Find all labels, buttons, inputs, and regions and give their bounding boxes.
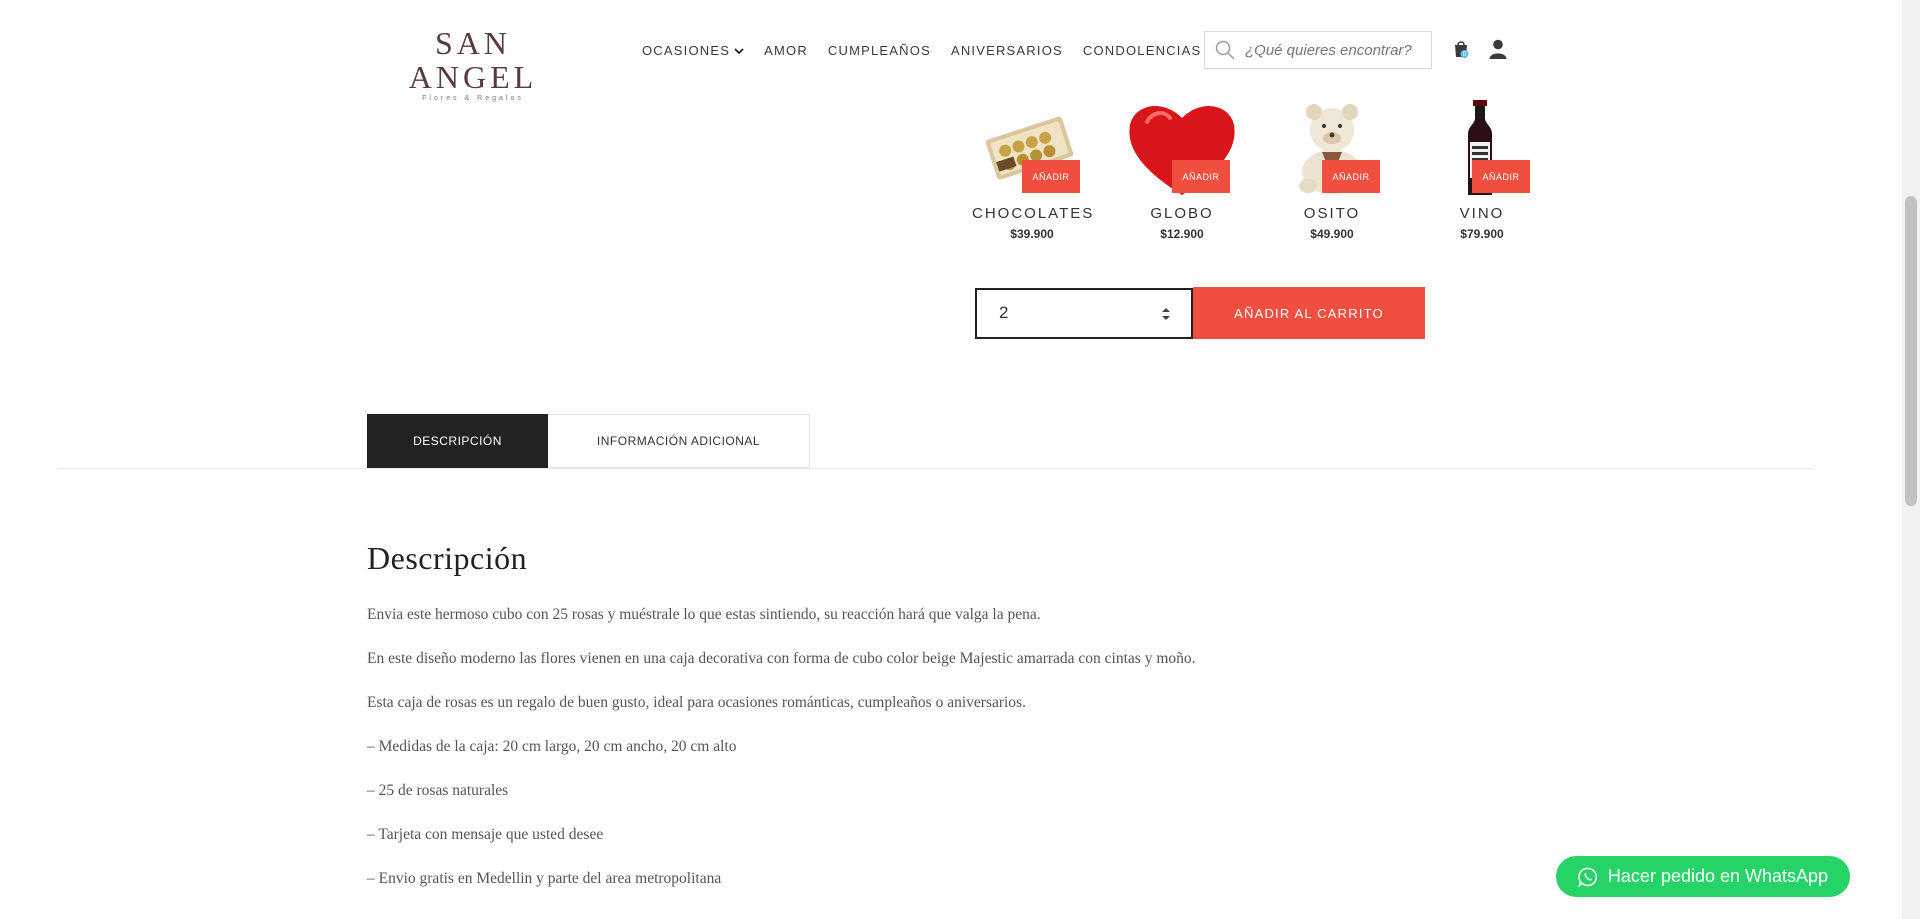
user-icon[interactable] xyxy=(1488,38,1508,60)
cart-icon[interactable]: 0 xyxy=(1451,38,1471,60)
whatsapp-icon xyxy=(1577,867,1597,887)
description-list-item: – Envio gratis en Medellin y parte del a… xyxy=(367,870,722,887)
site-header: SAN ANGEL Flores & Regalos OCASIONES AMO… xyxy=(0,0,1900,102)
product-tabs: DESCRIPCIÓN INFORMACIÓN ADICIONAL xyxy=(367,414,810,469)
addon-name: OSITO xyxy=(1303,205,1361,222)
addon-vino-add-button[interactable]: AÑADIR xyxy=(1472,160,1530,193)
description-title: Descripción xyxy=(367,540,528,576)
addon-globo-add-button[interactable]: AÑADIR xyxy=(1172,160,1230,193)
nav-item-ocasiones[interactable]: OCASIONES xyxy=(642,43,744,58)
tab-informacion-adicional[interactable]: INFORMACIÓN ADICIONAL xyxy=(548,414,810,468)
search-icon[interactable] xyxy=(1215,40,1235,60)
description-paragraph: Esta caja de rosas es un regalo de buen … xyxy=(367,694,1026,711)
addon-chocolates-add-button[interactable]: AÑADIR xyxy=(1022,160,1080,193)
description-list-item: – 25 de rosas naturales xyxy=(367,782,509,799)
addon-price: $49.900 xyxy=(1310,227,1354,241)
nav-item-cumpleanos[interactable]: CUMPLEAÑOS xyxy=(828,43,931,58)
spinner-arrows-icon[interactable] xyxy=(1161,306,1171,322)
addon-chocolates: AÑADIR CHOCOLATES $39.900 xyxy=(972,100,1122,250)
quantity-stepper[interactable] xyxy=(975,288,1193,339)
nav-item-amor[interactable]: AMOR xyxy=(764,43,808,58)
main-nav: OCASIONES AMOR CUMPLEAÑOS ANIVERSARIOS C… xyxy=(642,43,1221,58)
scrollbar-thumb[interactable] xyxy=(1905,196,1917,506)
description-list-item: – Medidas de la caja: 20 cm largo, 20 cm… xyxy=(367,738,737,755)
logo[interactable]: SAN ANGEL Flores & Regalos xyxy=(388,26,558,102)
description-list-item: – Tarjeta con mensaje que usted desee xyxy=(367,826,604,843)
chevron-down-icon xyxy=(734,47,744,54)
addon-vino: AÑADIR VINO $79.900 xyxy=(1422,100,1572,250)
search-box xyxy=(1204,31,1432,69)
whatsapp-label: Hacer pedido en WhatsApp xyxy=(1607,866,1829,886)
addon-price: $12.900 xyxy=(1160,227,1204,241)
nav-item-aniversarios[interactable]: ANIVERSARIOS xyxy=(951,43,1063,58)
addon-name: CHOCOLATES xyxy=(972,205,1095,222)
nav-item-condolencias[interactable]: CONDOLENCIAS xyxy=(1083,43,1201,58)
tab-divider xyxy=(57,468,1812,469)
whatsapp-order-button[interactable]: Hacer pedido en WhatsApp xyxy=(1556,856,1850,897)
addon-name: GLOBO xyxy=(1150,205,1214,222)
addon-name: VINO xyxy=(1459,205,1505,222)
tab-descripcion[interactable]: DESCRIPCIÓN xyxy=(367,414,548,468)
page-scrollbar[interactable] xyxy=(1902,0,1920,919)
logo-text: SAN ANGEL xyxy=(408,25,538,95)
addon-price: $39.900 xyxy=(1010,227,1054,241)
quantity-input[interactable] xyxy=(997,302,1151,324)
addon-osito: AÑADIR OSITO $49.900 xyxy=(1272,100,1422,250)
description-section: Descripción Envia este hermoso cubo con … xyxy=(367,540,1667,887)
description-paragraph: En este diseño moderno las flores vienen… xyxy=(367,650,1196,667)
logo-tagline: Flores & Regalos xyxy=(422,95,524,102)
addon-price: $79.900 xyxy=(1460,227,1504,241)
addon-osito-add-button[interactable]: AÑADIR xyxy=(1322,160,1380,193)
addon-globo: AÑADIR GLOBO $12.900 xyxy=(1122,100,1272,250)
add-to-cart-button[interactable]: AÑADIR AL CARRITO xyxy=(1193,287,1425,339)
description-paragraph: Envia este hermoso cubo con 25 rosas y m… xyxy=(367,606,1041,623)
search-input[interactable] xyxy=(1243,40,1427,60)
